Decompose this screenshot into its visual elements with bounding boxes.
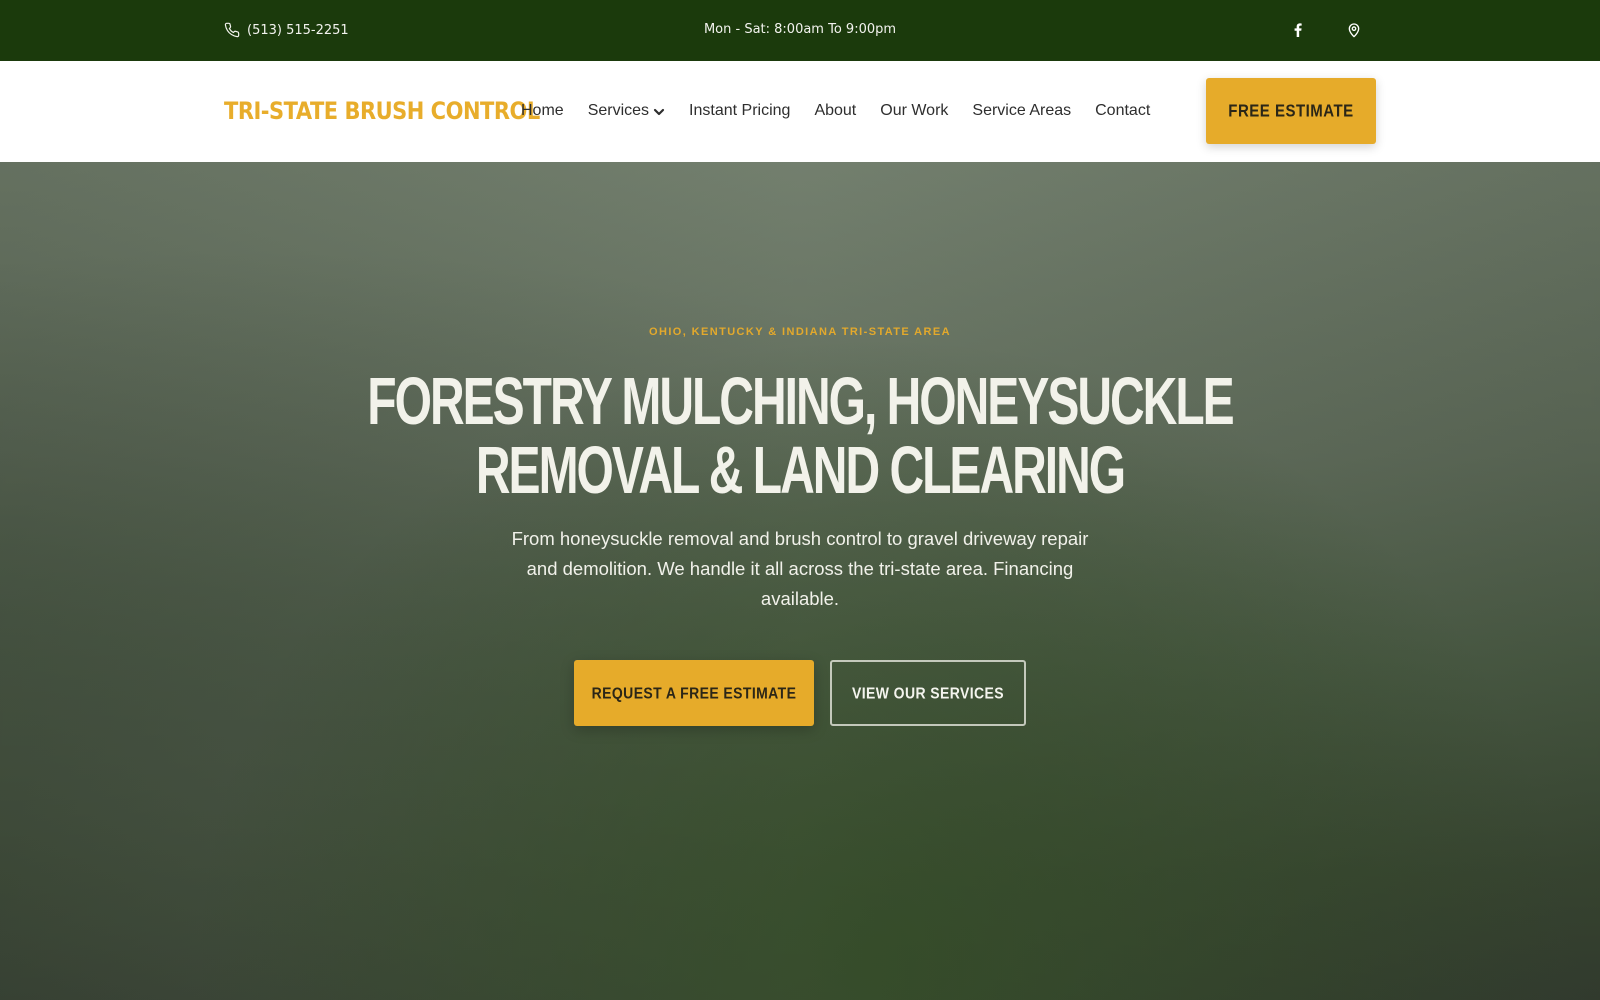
free-estimate-button[interactable]: FREE ESTIMATE <box>1206 78 1376 144</box>
business-hours: Mon - Sat: 8:00am To 9:00pm <box>703 22 897 37</box>
nav-item-label: Home <box>521 102 564 119</box>
nav-item-our-work[interactable]: Our Work <box>880 102 948 120</box>
nav-item-about[interactable]: About <box>814 102 856 120</box>
request-estimate-button[interactable]: REQUEST A FREE ESTIMATE <box>574 660 814 726</box>
phone-link[interactable]: (513) 515-2251 <box>224 20 349 40</box>
phone-number: (513) 515-2251 <box>247 22 349 38</box>
map-pin-icon <box>1348 23 1360 38</box>
main-nav: Home Services Instant Pricing About Our … <box>521 97 1174 125</box>
nav-item-services[interactable]: Services <box>588 102 665 120</box>
free-estimate-label: FREE ESTIMATE <box>1228 101 1354 121</box>
nav-item-label: Instant Pricing <box>689 102 791 119</box>
site-logo[interactable]: TRI-STATE BRUSH CONTROL <box>224 93 540 130</box>
nav-item-label: Service Areas <box>972 102 1072 119</box>
request-estimate-label: REQUEST A FREE ESTIMATE <box>591 683 797 703</box>
nav-item-label: Our Work <box>880 102 949 119</box>
facebook-link[interactable] <box>1286 18 1310 42</box>
hero-headline-line-2: REMOVAL & LAND CLEARING <box>475 434 1126 509</box>
nav-item-instant-pricing[interactable]: Instant Pricing <box>689 102 790 120</box>
hero-section: OHIO, KENTUCKY & INDIANA TRI-STATE AREA … <box>0 162 1600 1000</box>
hero-eyebrow: OHIO, KENTUCKY & INDIANA TRI-STATE AREA <box>649 326 951 338</box>
nav-item-label: Services <box>587 102 650 119</box>
chevron-down-icon <box>653 108 665 116</box>
location-link[interactable] <box>1342 18 1366 42</box>
nav-item-label: Contact <box>1095 102 1151 119</box>
nav-item-contact[interactable]: Contact <box>1095 102 1150 120</box>
nav-item-home[interactable]: Home <box>521 102 564 120</box>
phone-icon <box>224 22 240 38</box>
hero-subtext: From honeysuckle removal and brush contr… <box>511 528 1089 609</box>
view-services-label: VIEW OUR SERVICES <box>851 683 1005 703</box>
view-services-button[interactable]: VIEW OUR SERVICES <box>830 660 1026 726</box>
top-bar: (513) 515-2251 Mon - Sat: 8:00am To 9:00… <box>0 0 1600 61</box>
site-header: TRI-STATE BRUSH CONTROL Home Services In… <box>0 61 1600 162</box>
hero-headline: FORESTRY MULCHING, HONEYSUCKLE REMOVAL &… <box>360 365 1240 508</box>
nav-item-service-areas[interactable]: Service Areas <box>972 102 1071 120</box>
nav-item-label: About <box>814 102 857 119</box>
facebook-icon <box>1294 23 1302 37</box>
